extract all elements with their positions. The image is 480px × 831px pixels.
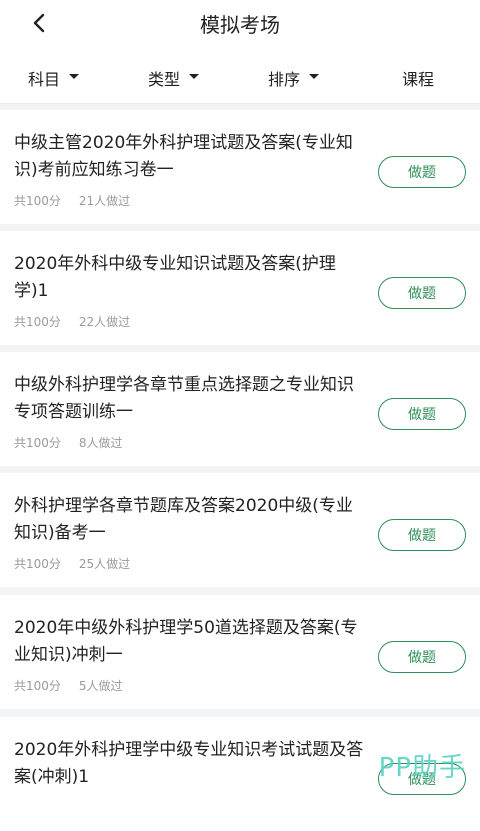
filter-course-label: 课程 (402, 66, 434, 90)
exam-title: 2020年外科中级专业知识试题及答案(护理学)1 (14, 251, 364, 305)
page-title: 模拟考场 (0, 9, 480, 38)
filter-subject-label: 科目 (28, 66, 60, 90)
app-header: 模拟考场 (0, 0, 480, 48)
caret-down-icon (69, 74, 79, 79)
filter-course[interactable]: 课程 (402, 66, 434, 90)
exam-card[interactable]: 中级主管2020年外科护理试题及答案(专业知识)考前应知练习卷一 共100分 2… (0, 110, 480, 224)
exam-card[interactable]: 中级外科护理学各章节重点选择题之专业知识专项答题训练一 共100分 8人做过 做… (0, 352, 480, 466)
do-exam-button[interactable]: 做题 (378, 277, 466, 309)
exam-participants: 5人做过 (79, 677, 123, 694)
exam-title: 2020年外科护理学中级专业知识考试试题及答案(冲刺)1 (14, 737, 364, 791)
exam-participants: 22人做过 (79, 313, 130, 330)
exam-meta: 共100分 5人做过 (14, 677, 123, 694)
exam-total-score: 共100分 (14, 555, 61, 572)
exam-participants: 21人做过 (79, 192, 130, 209)
filter-sort-label: 排序 (268, 66, 300, 90)
caret-down-icon (189, 74, 199, 79)
exam-total-score: 共100分 (14, 313, 61, 330)
exam-total-score: 共100分 (14, 434, 61, 451)
watermark-logo: PP助手 (379, 747, 466, 784)
exam-card[interactable]: 2020年外科中级专业知识试题及答案(护理学)1 共100分 22人做过 做题 (0, 231, 480, 345)
caret-down-icon (309, 74, 319, 79)
exam-card[interactable]: 外科护理学各章节题库及答案2020中级(专业知识)备考一 共100分 25人做过… (0, 473, 480, 587)
exam-participants: 8人做过 (79, 434, 123, 451)
exam-meta: 共100分 21人做过 (14, 192, 130, 209)
do-exam-button[interactable]: 做题 (378, 519, 466, 551)
exam-meta: 共100分 8人做过 (14, 434, 123, 451)
exam-meta: 共100分 25人做过 (14, 555, 130, 572)
exam-participants: 25人做过 (79, 555, 130, 572)
filter-sort[interactable]: 排序 (268, 66, 319, 90)
exam-title: 2020年中级外科护理学50道选择题及答案(专业知识)冲刺一 (14, 615, 364, 669)
do-exam-button[interactable]: 做题 (378, 398, 466, 430)
exam-title: 外科护理学各章节题库及答案2020中级(专业知识)备考一 (14, 493, 364, 547)
filter-type[interactable]: 类型 (148, 66, 199, 90)
filter-subject[interactable]: 科目 (28, 66, 79, 90)
exam-total-score: 共100分 (14, 192, 61, 209)
exam-title: 中级主管2020年外科护理试题及答案(专业知识)考前应知练习卷一 (14, 130, 364, 184)
filter-bar: 科目 类型 排序 课程 (0, 48, 480, 104)
exam-title: 中级外科护理学各章节重点选择题之专业知识专项答题训练一 (14, 372, 364, 426)
exam-meta: 共100分 22人做过 (14, 313, 130, 330)
filter-type-label: 类型 (148, 66, 180, 90)
do-exam-button[interactable]: 做题 (378, 156, 466, 188)
exam-total-score: 共100分 (14, 677, 61, 694)
do-exam-button[interactable]: 做题 (378, 641, 466, 673)
exam-card[interactable]: 2020年中级外科护理学50道选择题及答案(专业知识)冲刺一 共100分 5人做… (0, 595, 480, 709)
